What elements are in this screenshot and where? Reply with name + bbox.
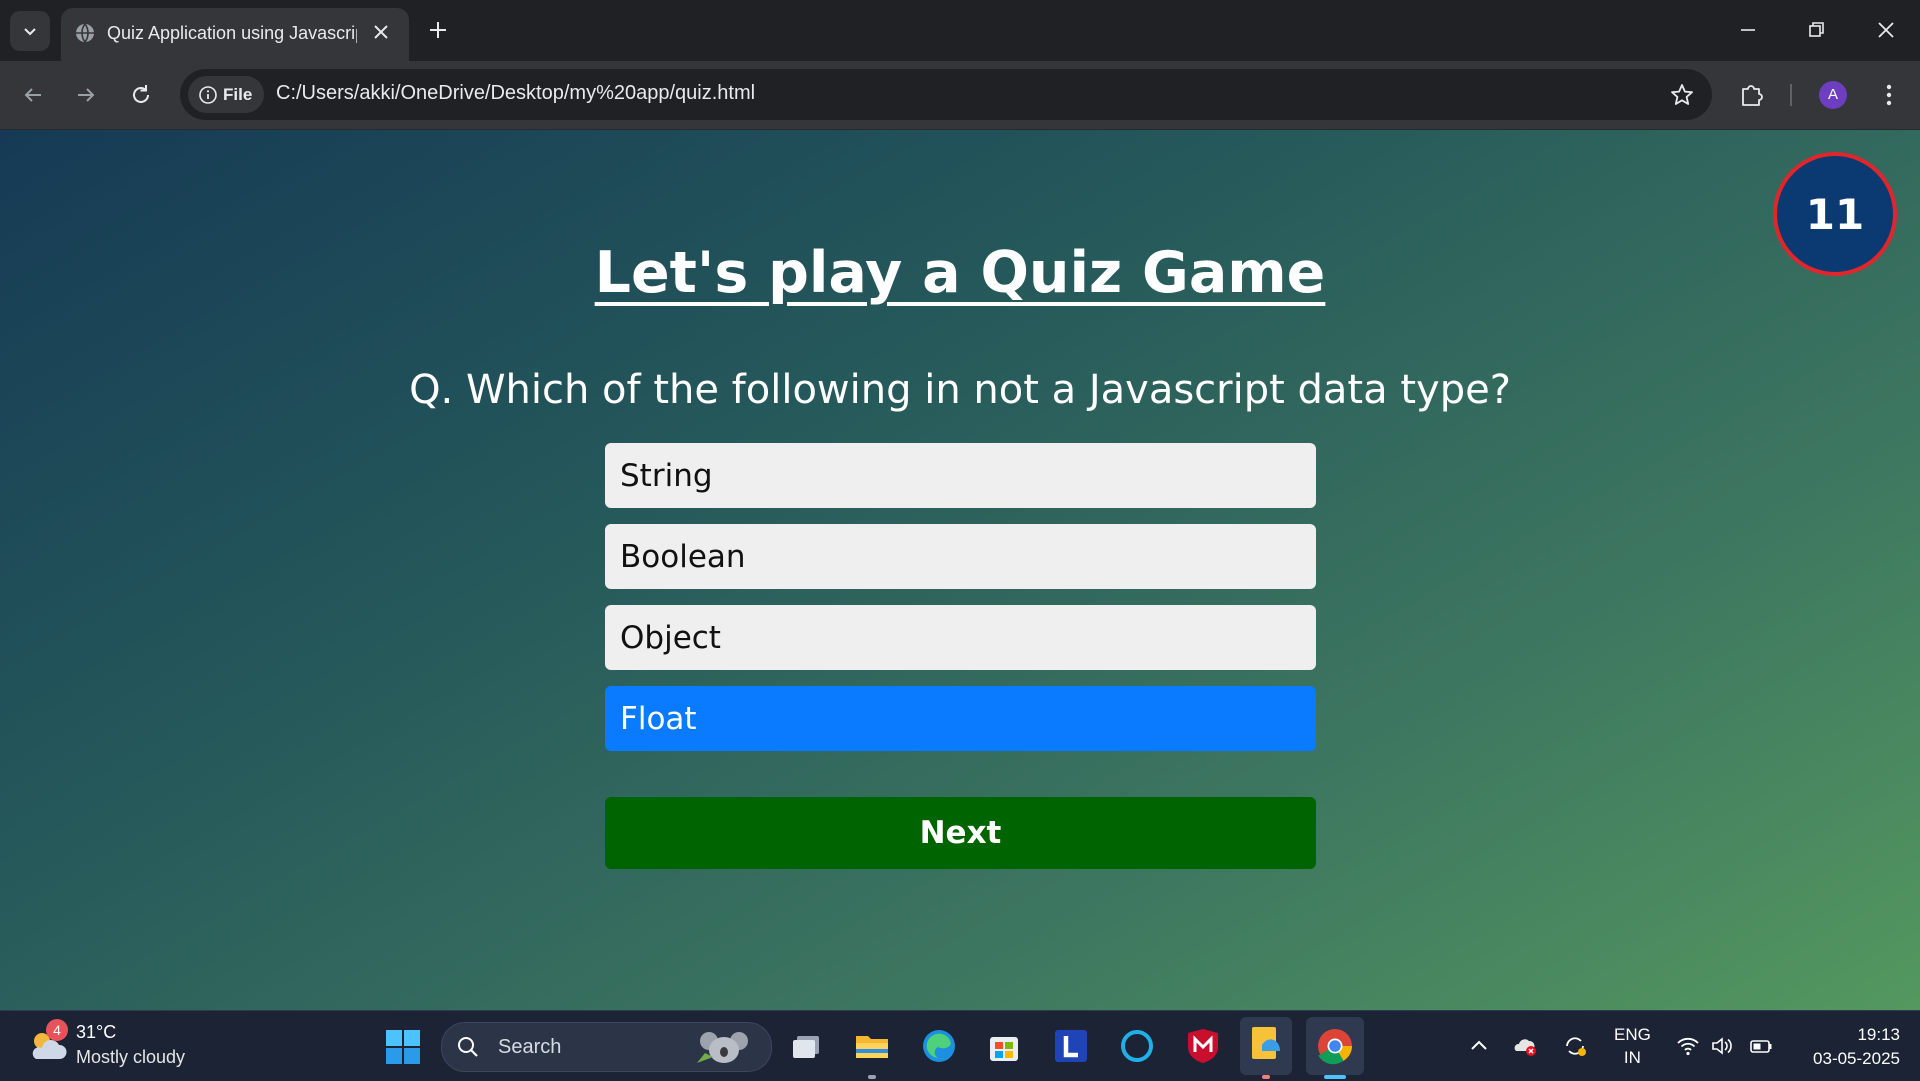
- microsoft-store-icon[interactable]: [983, 1025, 1025, 1067]
- back-arrow-icon[interactable]: [18, 80, 48, 110]
- search-placeholder: Search: [498, 1036, 562, 1058]
- quiz-page: 11 Let's play a Quiz Game Q. Which of th…: [0, 130, 1920, 1010]
- sticky-app-running-indicator: [1262, 1075, 1270, 1079]
- chevron-down-icon: [24, 28, 36, 36]
- extensions-puzzle-icon[interactable]: [1737, 80, 1767, 110]
- edge-browser-icon[interactable]: [918, 1025, 960, 1067]
- koala-illustration-icon: [697, 1032, 748, 1063]
- url-text[interactable]: C:/Users/akki/OneDrive/Desktop/my%20app/…: [276, 82, 755, 105]
- weather-temperature: 31°C: [76, 1022, 117, 1042]
- onedrive-error-icon[interactable]: [1512, 1033, 1538, 1059]
- address-bar[interactable]: File C:/Users/akki/OneDrive/Desktop/my%2…: [180, 69, 1712, 120]
- answer-list: String Boolean Object Float: [605, 443, 1316, 767]
- answer-option[interactable]: Float: [605, 686, 1316, 751]
- toolbar-divider: [1790, 84, 1792, 106]
- windows-start-icon[interactable]: [384, 1028, 422, 1066]
- window-close-icon[interactable]: [1871, 15, 1901, 45]
- chevron-up-icon[interactable]: [1466, 1033, 1492, 1059]
- answer-option[interactable]: Object: [605, 605, 1316, 670]
- answer-option[interactable]: String: [605, 443, 1316, 508]
- wifi-icon[interactable]: [1675, 1033, 1701, 1059]
- chrome-icon[interactable]: [1306, 1017, 1364, 1075]
- region-code: IN: [1623, 1048, 1641, 1067]
- battery-icon[interactable]: [1748, 1033, 1774, 1059]
- profile-avatar[interactable]: A: [1819, 81, 1847, 109]
- file-explorer-running-indicator: [868, 1075, 876, 1079]
- task-view-icon[interactable]: [785, 1025, 827, 1067]
- clock-time: 19:13: [1857, 1025, 1900, 1044]
- browser-toolbar: File C:/Users/akki/OneDrive/Desktop/my%2…: [0, 61, 1920, 130]
- sync-icon[interactable]: [1562, 1033, 1588, 1059]
- site-info-chip[interactable]: File: [188, 76, 264, 113]
- browser-tab-bar: Quiz Application using Javascript: [0, 0, 1920, 61]
- page-title: Let's play a Quiz Game: [594, 240, 1326, 306]
- tab-search-button[interactable]: [10, 11, 50, 51]
- l-app-icon[interactable]: [1050, 1025, 1092, 1067]
- language-code: ENG: [1614, 1025, 1651, 1044]
- new-tab-plus-icon[interactable]: [423, 15, 453, 45]
- info-icon: [199, 86, 217, 104]
- file-explorer-icon[interactable]: [851, 1025, 893, 1067]
- restore-icon[interactable]: [1801, 15, 1831, 45]
- windows-taskbar: 4 31°C Mostly cloudy Search ENG IN 19:13…: [0, 1010, 1920, 1081]
- more-menu-icon[interactable]: [1874, 80, 1904, 110]
- cortana-icon[interactable]: [1116, 1025, 1158, 1067]
- question-text: Q. Which of the following in not a Javas…: [409, 367, 1511, 413]
- browser-tab-active[interactable]: Quiz Application using Javascript: [61, 8, 409, 61]
- minimize-icon[interactable]: [1733, 15, 1763, 45]
- volume-icon[interactable]: [1709, 1033, 1735, 1059]
- close-icon[interactable]: [369, 20, 393, 44]
- bookmark-star-icon[interactable]: [1667, 80, 1697, 110]
- search-icon: [458, 1037, 478, 1057]
- language-indicator[interactable]: ENG IN: [1614, 1023, 1651, 1069]
- clock-date: 03-05-2025: [1813, 1049, 1900, 1068]
- tab-title: Quiz Application using Javascript: [107, 23, 357, 43]
- sticky-app-icon[interactable]: [1240, 1017, 1292, 1075]
- globe-icon: [76, 23, 94, 43]
- reload-icon[interactable]: [126, 80, 156, 110]
- chrome-active-indicator: [1324, 1075, 1346, 1079]
- next-button[interactable]: Next: [605, 797, 1316, 869]
- weather-condition: Mostly cloudy: [76, 1047, 186, 1067]
- taskbar-search-box[interactable]: Search: [441, 1022, 772, 1072]
- system-clock[interactable]: 19:13 03-05-2025: [1790, 1023, 1900, 1071]
- weather-alert-badge: 4: [46, 1019, 68, 1041]
- answer-option[interactable]: Boolean: [605, 524, 1316, 589]
- forward-arrow-icon[interactable]: [71, 80, 101, 110]
- mcafee-shield-icon[interactable]: [1182, 1025, 1224, 1067]
- site-info-label: File: [223, 85, 253, 104]
